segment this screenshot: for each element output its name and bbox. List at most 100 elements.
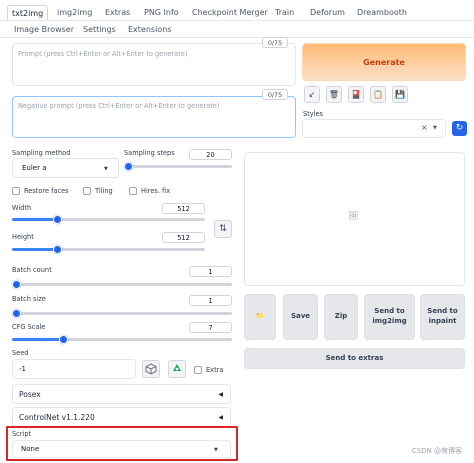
extra-seed-checkbox[interactable] <box>194 366 202 374</box>
tiling-label: Tiling <box>95 187 113 195</box>
negative-prompt-token-counter: 0/75 <box>262 89 288 100</box>
sampling-steps-label: Sampling steps <box>124 149 175 157</box>
sampling-steps-input[interactable]: 20 <box>189 149 232 160</box>
arrow-diagonal-icon-glyph: ↙ <box>308 90 316 99</box>
settings-panel <box>5 144 240 380</box>
batch-count-label: Batch count <box>12 266 52 274</box>
tab-dreambooth[interactable]: Dreambooth <box>357 5 407 20</box>
red-card-icon[interactable]: 🎴 <box>348 86 364 103</box>
save-button[interactable]: Save <box>283 294 318 340</box>
hires-fix-label: Hires. fix <box>141 187 171 195</box>
seed-label: Seed <box>12 349 29 357</box>
cfg-scale-input[interactable]: 7 <box>189 322 232 333</box>
tab-img2img[interactable]: img2img <box>57 5 92 20</box>
negative-prompt-placeholder: Negative prompt (press Ctrl+Enter or Alt… <box>18 102 220 110</box>
height-slider[interactable] <box>12 245 205 254</box>
slider-knob[interactable] <box>124 162 133 171</box>
send-to-img2img-label: Send to img2img <box>372 307 407 325</box>
prompt-placeholder: Prompt (press Ctrl+Enter or Alt+Enter to… <box>18 50 188 58</box>
arrow-diagonal-icon[interactable]: ↙ <box>304 86 320 103</box>
clipboard-icon[interactable]: 📋 <box>370 86 386 103</box>
script-value: None <box>21 445 40 453</box>
sampling-method-value: Euler a <box>22 164 47 172</box>
open-folder-button[interactable]: 📁 <box>244 294 276 340</box>
tab-image-browser[interactable]: Image Browser <box>14 22 74 37</box>
batch-count-slider[interactable] <box>12 280 232 289</box>
chevron-down-icon: ▼ <box>433 125 437 131</box>
prompt-input[interactable]: Prompt (press Ctrl+Enter or Alt+Enter to… <box>12 43 296 86</box>
batch-size-slider[interactable] <box>12 309 232 318</box>
slider-fill <box>12 338 61 341</box>
slider-fill <box>12 248 54 251</box>
batch-count-input[interactable]: 1 <box>189 266 232 277</box>
accordion-controlnet[interactable]: ControlNet v1.1.220 ◀ <box>12 407 231 427</box>
slider-fill <box>12 218 54 221</box>
tab-deforum[interactable]: Deforum <box>310 5 345 20</box>
recycle-icon[interactable] <box>168 360 186 378</box>
tab-settings[interactable]: Settings <box>83 22 116 37</box>
accordion-controlnet-label: ControlNet v1.1.220 <box>19 413 95 422</box>
clear-icon[interactable]: × <box>421 123 428 132</box>
generate-button[interactable]: Generate <box>302 43 466 81</box>
zip-button[interactable]: Zip <box>324 294 358 340</box>
tab-train[interactable]: Train <box>275 5 294 20</box>
slider-knob[interactable] <box>53 245 62 254</box>
sampling-method-label: Sampling method <box>12 149 71 157</box>
slider-knob[interactable] <box>59 335 68 344</box>
triangle-left-icon: ◀ <box>218 414 223 421</box>
script-label: Script <box>12 430 32 438</box>
extra-seed-label: Extra <box>206 366 224 374</box>
trash-icon[interactable]: 🗑 <box>326 86 342 103</box>
tab-bar: txt2img img2img Extras PNG Info Checkpoi… <box>0 0 474 40</box>
tiling-checkbox[interactable] <box>83 187 91 195</box>
prompt-token-counter: 0/75 <box>262 37 288 48</box>
sampling-method-dropdown[interactable]: Euler a ▼ <box>12 158 119 178</box>
tab-divider <box>0 37 474 38</box>
clipboard-icon-glyph: 📋 <box>373 90 383 99</box>
folder-icon: 📁 <box>255 312 265 321</box>
refresh-icon[interactable]: ↻ <box>452 121 467 136</box>
send-to-img2img-button[interactable]: Send to img2img <box>364 294 415 340</box>
floppy-disk-icon[interactable]: 💾 <box>392 86 408 103</box>
width-label: Width <box>12 204 32 212</box>
width-input[interactable]: 512 <box>162 203 205 214</box>
send-to-inpaint-button[interactable]: Send to inpaint <box>420 294 465 340</box>
swap-dimensions-icon[interactable]: ⇅ <box>214 220 232 238</box>
height-input[interactable]: 512 <box>162 232 205 243</box>
styles-label: Styles <box>303 110 323 118</box>
seed-input[interactable]: -1 <box>12 359 136 379</box>
seed-value: -1 <box>19 365 26 373</box>
tab-divider <box>0 20 474 21</box>
image-icon: 🖼 <box>348 211 359 220</box>
red-card-icon-glyph: 🎴 <box>351 90 361 99</box>
slider-knob[interactable] <box>12 280 21 289</box>
script-dropdown[interactable]: None ▼ <box>12 440 231 458</box>
slider-knob[interactable] <box>12 309 21 318</box>
width-slider[interactable] <box>12 215 205 224</box>
trash-icon-glyph: 🗑 <box>328 90 340 99</box>
watermark: CSDN @席博客 <box>411 447 462 455</box>
slider-knob[interactable] <box>53 215 62 224</box>
batch-size-label: Batch size <box>12 295 46 303</box>
cfg-scale-slider[interactable] <box>12 335 232 344</box>
accordion-posex[interactable]: Posex ◀ <box>12 384 231 404</box>
tab-extras[interactable]: Extras <box>105 5 130 20</box>
height-label: Height <box>12 233 34 241</box>
cfg-scale-label: CFG Scale <box>12 323 46 331</box>
dice-icon[interactable] <box>142 360 160 378</box>
sampling-steps-slider[interactable] <box>124 162 232 171</box>
styles-dropdown[interactable]: × ▼ <box>302 119 446 138</box>
hires-fix-checkbox[interactable] <box>129 187 137 195</box>
send-to-extras-button[interactable]: Send to extras <box>244 348 465 369</box>
floppy-disk-icon-glyph: 💾 <box>395 90 405 99</box>
triangle-left-icon: ◀ <box>218 391 223 398</box>
negative-prompt-input[interactable]: Negative prompt (press Ctrl+Enter or Alt… <box>12 96 296 138</box>
tab-png-info[interactable]: PNG Info <box>144 5 179 20</box>
tab-extensions[interactable]: Extensions <box>128 22 171 37</box>
output-image-area: 🖼 <box>244 152 465 286</box>
restore-faces-checkbox[interactable] <box>12 187 20 195</box>
tab-txt2img[interactable]: txt2img <box>7 5 49 20</box>
restore-faces-label: Restore faces <box>24 187 69 195</box>
batch-size-input[interactable]: 1 <box>189 295 232 306</box>
tab-checkpoint-merger[interactable]: Checkpoint Merger <box>192 5 268 20</box>
